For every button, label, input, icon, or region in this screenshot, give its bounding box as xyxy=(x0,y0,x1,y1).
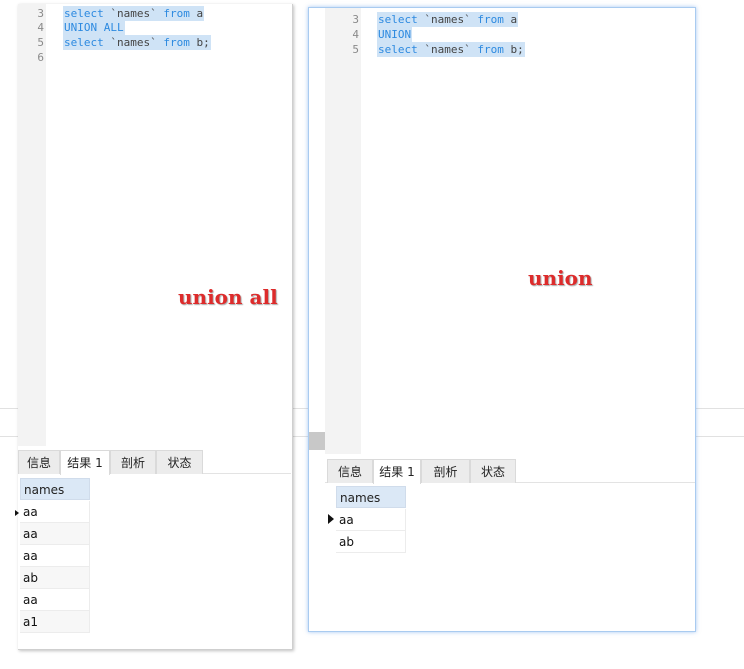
sql-editor[interactable]: 3 4 5 select `names` from a UNION select… xyxy=(309,8,695,454)
sql-text: `names` xyxy=(103,36,164,49)
line-number: 6 xyxy=(37,51,44,64)
line-number: 4 xyxy=(37,21,44,34)
sql-keyword: select xyxy=(64,7,104,20)
result-tab-bar: 信息 结果 1 剖析 状态 xyxy=(325,459,695,484)
line-number: 5 xyxy=(37,36,44,49)
sql-keyword: select xyxy=(378,43,418,56)
sql-line-select-a[interactable]: select `names` from a xyxy=(377,12,519,27)
tab-status[interactable]: 状态 xyxy=(156,450,203,474)
table-row[interactable]: ab xyxy=(336,531,406,553)
sql-keyword: from xyxy=(477,13,504,26)
tab-result-1[interactable]: 结果 1 xyxy=(373,459,421,484)
table-row[interactable]: aa xyxy=(20,545,90,567)
tab-info[interactable]: 信息 xyxy=(327,459,373,483)
sql-keyword: UNION xyxy=(378,28,412,41)
table-row[interactable]: aa xyxy=(20,523,90,545)
sql-text: b; xyxy=(503,43,524,56)
tab-status[interactable]: 状态 xyxy=(470,459,516,483)
line-number: 3 xyxy=(37,7,44,20)
line-number: 5 xyxy=(352,43,359,56)
table-row[interactable]: aa xyxy=(20,501,90,523)
current-row-indicator xyxy=(15,510,19,516)
result-tab-bar: 信息 结果 1 剖析 状态 xyxy=(18,450,291,475)
line-number: 4 xyxy=(352,28,359,41)
scrollbar-thumb[interactable] xyxy=(309,432,325,450)
sql-line-union-all[interactable]: UNION ALL xyxy=(63,20,125,35)
sql-text: `names` xyxy=(103,7,164,20)
sql-text: a xyxy=(503,13,518,26)
sql-text: `names` xyxy=(417,43,478,56)
sql-text: `names` xyxy=(417,13,478,26)
sql-editor[interactable]: 3 4 5 6 select `names` from a UNION ALL … xyxy=(18,4,291,446)
sql-keyword: UNION ALL xyxy=(64,21,124,34)
tab-profile[interactable]: 剖析 xyxy=(110,450,156,474)
left-query-window: 3 4 5 6 select `names` from a UNION ALL … xyxy=(15,4,293,650)
annotation-label: union xyxy=(528,266,593,290)
sql-keyword: from xyxy=(163,36,190,49)
sql-text: a xyxy=(189,7,204,20)
current-row-indicator xyxy=(328,514,334,524)
line-number: 3 xyxy=(352,13,359,26)
annotation-label: union all xyxy=(178,285,278,309)
line-number-gutter xyxy=(18,4,46,446)
table-row[interactable]: aa xyxy=(336,509,406,531)
sql-keyword: from xyxy=(163,7,190,20)
sql-line-select-b[interactable]: select `names` from b; xyxy=(377,42,525,57)
column-header-names[interactable]: names xyxy=(336,486,406,508)
sql-line-select-a[interactable]: select `names` from a xyxy=(63,6,205,21)
sql-keyword: from xyxy=(477,43,504,56)
line-number-gutter xyxy=(325,8,361,454)
sql-text: b; xyxy=(189,36,210,49)
table-row[interactable]: ab xyxy=(20,567,90,589)
tab-info[interactable]: 信息 xyxy=(18,450,60,474)
column-header-names[interactable]: names xyxy=(20,478,90,500)
sql-line-union[interactable]: UNION xyxy=(377,27,413,42)
sql-line-select-b[interactable]: select `names` from b; xyxy=(63,35,211,50)
sql-keyword: select xyxy=(64,36,104,49)
sql-keyword: select xyxy=(378,13,418,26)
table-row[interactable]: aa xyxy=(20,589,90,611)
right-query-window: 3 4 5 select `names` from a UNION select… xyxy=(308,7,696,632)
table-row[interactable]: a1 xyxy=(20,611,90,633)
tab-profile[interactable]: 剖析 xyxy=(421,459,470,483)
tab-result-1[interactable]: 结果 1 xyxy=(60,450,110,475)
